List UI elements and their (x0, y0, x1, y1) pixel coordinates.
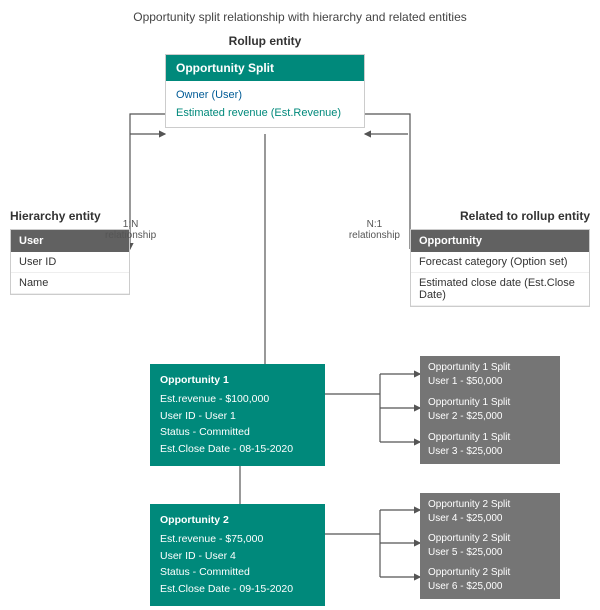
split2-0-line1: Opportunity 2 Split (428, 498, 552, 512)
split2-1-line1: Opportunity 2 Split (428, 532, 552, 546)
rel-1n-text: 1:N (105, 219, 156, 230)
split1-box-2: Opportunity 1 Split User 3 - $25,000 (420, 426, 560, 464)
split2-box-1: Opportunity 2 Split User 5 - $25,000 (420, 527, 560, 565)
split2-2-line2: User 6 - $25,000 (428, 580, 552, 594)
opp1-title: Opportunity 1 (160, 372, 315, 389)
rollup-field-owner: Owner (User) (176, 86, 354, 104)
rollup-field-estrev: Estimated revenue (Est.Revenue) (176, 104, 354, 122)
split2-box-0: Opportunity 2 Split User 4 - $25,000 (420, 493, 560, 531)
split1-2-line2: User 3 - $25,000 (428, 445, 552, 459)
opp2-field2: Status - Committed (160, 564, 315, 581)
hierarchy-label: Hierarchy entity (10, 209, 101, 223)
split1-box-1: Opportunity 1 Split User 2 - $25,000 (420, 391, 560, 429)
split2-box-2: Opportunity 2 Split User 6 - $25,000 (420, 561, 560, 599)
split1-0-line1: Opportunity 1 Split (428, 361, 552, 375)
split1-0-line2: User 1 - $50,000 (428, 375, 552, 389)
opp2-field1: User ID - User 4 (160, 548, 315, 565)
split1-1-line2: User 2 - $25,000 (428, 410, 552, 424)
hierarchy-field-name: Name (11, 273, 129, 294)
split1-2-line1: Opportunity 1 Split (428, 431, 552, 445)
rel-n1-text: N:1 (349, 219, 400, 230)
opp1-field2: Status - Committed (160, 424, 315, 441)
rel-1n-label: 1:N relationship (105, 219, 156, 241)
split1-1-line1: Opportunity 1 Split (428, 396, 552, 410)
hierarchy-field-userid: User ID (11, 252, 129, 273)
split1-box-0: Opportunity 1 Split User 1 - $50,000 (420, 356, 560, 394)
related-entity-header: Opportunity (411, 230, 589, 252)
related-label: Related to rollup entity (460, 209, 590, 223)
opportunity1-box: Opportunity 1 Est.revenue - $100,000 Use… (150, 364, 325, 466)
rel-n1-label: N:1 relationship (349, 219, 400, 241)
opp2-field0: Est.revenue - $75,000 (160, 531, 315, 548)
split2-1-line2: User 5 - $25,000 (428, 546, 552, 560)
split2-2-line1: Opportunity 2 Split (428, 566, 552, 580)
rel-n1-subtext: relationship (349, 230, 400, 241)
diagram: Rollup entity Opportunity Split Owner (U… (10, 34, 590, 594)
split2-0-line2: User 4 - $25,000 (428, 512, 552, 526)
opp2-title: Opportunity 2 (160, 512, 315, 529)
rollup-entity-box: Opportunity Split Owner (User) Estimated… (165, 54, 365, 128)
opportunity2-box: Opportunity 2 Est.revenue - $75,000 User… (150, 504, 325, 606)
opp1-field3: Est.Close Date - 08-15-2020 (160, 441, 315, 458)
related-field-closedate: Estimated close date (Est.Close Date) (411, 273, 589, 306)
rollup-label: Rollup entity (205, 34, 325, 48)
opp1-field0: Est.revenue - $100,000 (160, 391, 315, 408)
related-entity-body: Forecast category (Option set) Estimated… (411, 252, 589, 306)
opp1-field1: User ID - User 1 (160, 408, 315, 425)
rel-1n-subtext: relationship (105, 230, 156, 241)
related-entity-box: Opportunity Forecast category (Option se… (410, 229, 590, 307)
page-title: Opportunity split relationship with hier… (10, 10, 590, 24)
related-field-forecast: Forecast category (Option set) (411, 252, 589, 273)
rollup-entity-body: Owner (User) Estimated revenue (Est.Reve… (166, 81, 364, 127)
hierarchy-entity-body: User ID Name (11, 252, 129, 294)
rollup-entity-header: Opportunity Split (166, 55, 364, 81)
opp2-field3: Est.Close Date - 09-15-2020 (160, 581, 315, 598)
page-container: Opportunity split relationship with hier… (0, 0, 600, 610)
